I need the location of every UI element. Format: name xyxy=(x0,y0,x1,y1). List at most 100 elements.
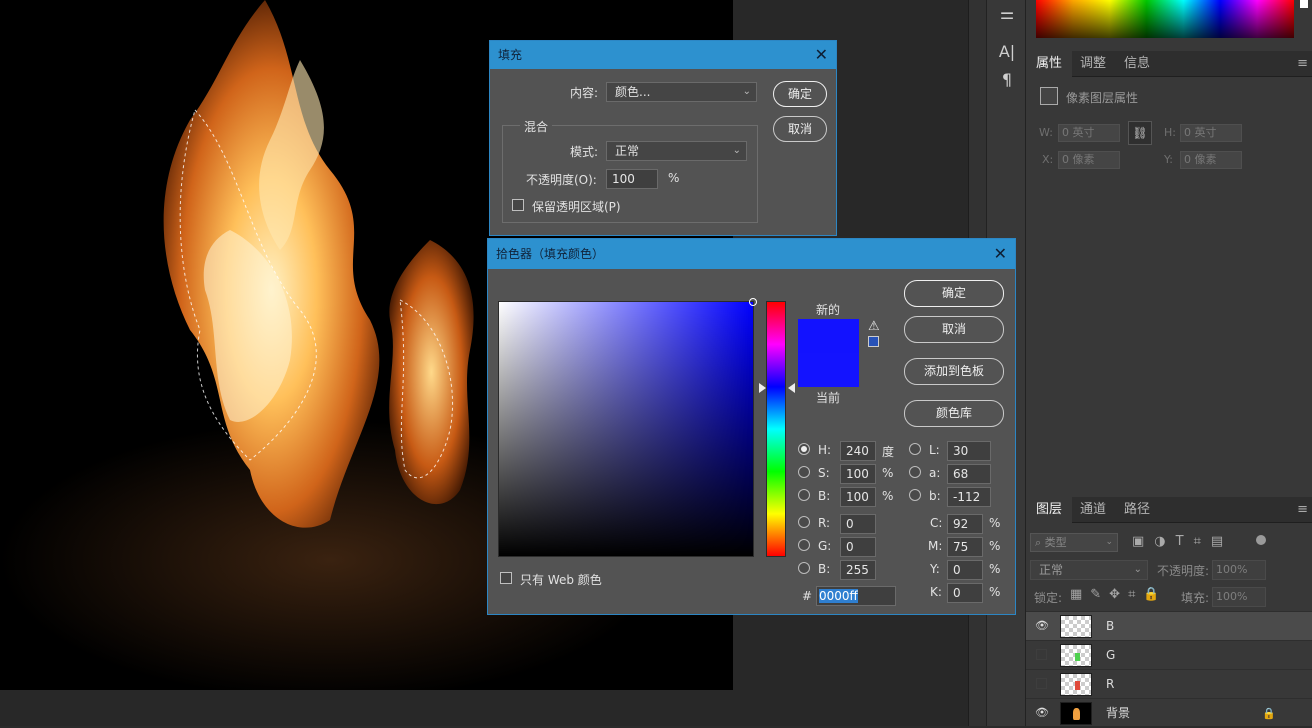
hue-slider-right-handle[interactable] xyxy=(788,383,795,393)
tab-info[interactable]: 信息 xyxy=(1114,51,1160,77)
gamut-warning-icon[interactable]: ⚠ xyxy=(868,319,880,334)
visibility-eye-icon[interactable]: 👁 xyxy=(1034,619,1050,633)
layer-row-background[interactable]: 👁 背景 🔒 xyxy=(1026,698,1312,727)
a-radio[interactable] xyxy=(909,466,921,478)
content-select[interactable]: 颜色... ⌄ xyxy=(606,82,757,102)
layers-menu-icon[interactable]: ≡ xyxy=(1297,497,1308,523)
hex-label: # xyxy=(802,589,813,603)
visibility-eye-icon[interactable]: 👁 xyxy=(1034,706,1050,720)
lab-b-label: b: xyxy=(929,489,941,503)
a-input[interactable]: 68 xyxy=(947,464,991,484)
layer-row-b[interactable]: 👁 B xyxy=(1026,611,1312,640)
l-input[interactable]: 30 xyxy=(947,441,991,461)
web-safe-swatch-icon[interactable] xyxy=(868,336,879,347)
layer-filter-icons[interactable]: ▣◑T⌗▤ xyxy=(1132,534,1233,549)
lab-b-input[interactable]: -112 xyxy=(947,487,991,507)
hue-slider-left-handle[interactable] xyxy=(759,383,766,393)
k-label: K: xyxy=(930,585,942,599)
lock-icons[interactable]: ▦✎✥⌗🔒 xyxy=(1070,587,1168,602)
blend-mode-value: 正常 xyxy=(1039,563,1064,577)
web-only-checkbox[interactable] xyxy=(500,572,512,584)
preserve-transparency-checkbox[interactable] xyxy=(512,199,524,211)
rgb-b-radio[interactable] xyxy=(798,562,810,574)
adjust-sliders-icon[interactable]: ⚌ xyxy=(987,0,1027,28)
fill-ok-button[interactable]: 确定 xyxy=(773,81,827,107)
lock-label: 锁定: xyxy=(1034,591,1063,605)
visibility-off-box[interactable] xyxy=(1036,649,1047,660)
s-input[interactable]: 100 xyxy=(840,464,876,484)
h-input[interactable]: 240 xyxy=(840,441,876,461)
filter-toggle-icon[interactable] xyxy=(1256,535,1266,545)
x-field[interactable]: 0 像素 xyxy=(1058,151,1120,169)
layer-row-g[interactable]: G xyxy=(1026,640,1312,669)
lock-icon: 🔒 xyxy=(1262,707,1276,720)
layer-thumbnail xyxy=(1060,615,1092,638)
s-label: S: xyxy=(818,466,830,480)
layer-name: G xyxy=(1106,648,1116,662)
c-input[interactable]: 92 xyxy=(947,514,983,534)
layer-fill-field[interactable]: 100% xyxy=(1212,587,1266,607)
rgb-b-input[interactable]: 255 xyxy=(840,560,876,580)
layer-blend-select[interactable]: 正常 ⌄ xyxy=(1030,560,1148,580)
new-color-swatch xyxy=(798,319,859,353)
brightness-input[interactable]: 100 xyxy=(840,487,876,507)
ramp-corner-white[interactable] xyxy=(1300,0,1308,8)
fill-dialog: 填充 ✕ 内容: 颜色... ⌄ 确定 取消 混合 模式: 正常 ⌄ 不透明度(… xyxy=(489,40,837,236)
opacity-input[interactable]: 100 xyxy=(606,169,658,189)
link-icon[interactable]: ⛓ xyxy=(1128,121,1152,145)
l-radio[interactable] xyxy=(909,443,921,455)
m-input[interactable]: 75 xyxy=(947,537,983,557)
picker-ok-button[interactable]: 确定 xyxy=(904,280,1004,307)
width-field[interactable]: 0 英寸 xyxy=(1058,124,1120,142)
c-unit: % xyxy=(989,516,1001,530)
h-label: H: xyxy=(1164,126,1176,139)
tab-properties[interactable]: 属性 xyxy=(1026,51,1073,77)
lab-b-radio[interactable] xyxy=(909,489,921,501)
height-field[interactable]: 0 英寸 xyxy=(1180,124,1242,142)
brightness-radio[interactable] xyxy=(798,489,810,501)
layer-opacity-field[interactable]: 100% xyxy=(1212,560,1266,580)
h-radio[interactable] xyxy=(798,443,810,455)
mode-select[interactable]: 正常 ⌄ xyxy=(606,141,747,161)
layer-row-r[interactable]: R xyxy=(1026,669,1312,698)
color-ramp-shade xyxy=(1036,0,1294,38)
layer-filter-select[interactable]: ⌕ 类型 ⌄ xyxy=(1030,533,1118,552)
tab-layers[interactable]: 图层 xyxy=(1026,497,1073,523)
y-field[interactable]: 0 像素 xyxy=(1180,151,1242,169)
k-input[interactable]: 0 xyxy=(947,583,983,603)
tab-paths[interactable]: 路径 xyxy=(1114,497,1160,523)
s-radio[interactable] xyxy=(798,466,810,478)
chevron-down-icon: ⌄ xyxy=(742,86,751,97)
current-color-swatch[interactable] xyxy=(798,353,859,387)
w-label: W: xyxy=(1039,126,1053,139)
tab-channels[interactable]: 通道 xyxy=(1070,497,1116,523)
current-label: 当前 xyxy=(816,391,841,405)
panel-menu-icon[interactable]: ≡ xyxy=(1297,51,1308,77)
picker-cancel-button[interactable]: 取消 xyxy=(904,316,1004,343)
saturation-brightness-field[interactable] xyxy=(498,301,754,557)
opacity-unit: % xyxy=(668,171,680,185)
paragraph-panel-icon[interactable]: ¶ xyxy=(987,66,1027,94)
chevron-down-icon: ⌄ xyxy=(1105,537,1113,547)
layers-tabbar: 图层 通道 路径 ≡ xyxy=(1026,497,1312,523)
fill-cancel-button[interactable]: 取消 xyxy=(773,116,827,142)
character-panel-icon[interactable]: A| xyxy=(987,38,1027,66)
color-picker-dialog: 拾色器（填充颜色） ✕ 新的 当前 ⚠ 确定 取消 添加到色板 颜色库 H: 2… xyxy=(487,238,1016,615)
close-icon[interactable]: ✕ xyxy=(994,239,1007,269)
color-libraries-button[interactable]: 颜色库 xyxy=(904,400,1004,427)
g-radio[interactable] xyxy=(798,539,810,551)
visibility-off-box[interactable] xyxy=(1036,678,1047,689)
g-input[interactable]: 0 xyxy=(840,537,876,557)
s-unit: % xyxy=(882,466,894,480)
hex-input[interactable]: 0000ff xyxy=(816,586,896,606)
content-select-value: 颜色... xyxy=(615,85,651,99)
r-radio[interactable] xyxy=(798,516,810,528)
y-input[interactable]: 0 xyxy=(947,560,983,580)
tab-adjustments[interactable]: 调整 xyxy=(1070,51,1116,77)
close-icon[interactable]: ✕ xyxy=(815,41,828,69)
sv-picker-marker[interactable] xyxy=(749,298,757,306)
layer-thumbnail xyxy=(1060,702,1092,725)
r-input[interactable]: 0 xyxy=(840,514,876,534)
add-to-swatches-button[interactable]: 添加到色板 xyxy=(904,358,1004,385)
hue-slider[interactable] xyxy=(766,301,786,557)
